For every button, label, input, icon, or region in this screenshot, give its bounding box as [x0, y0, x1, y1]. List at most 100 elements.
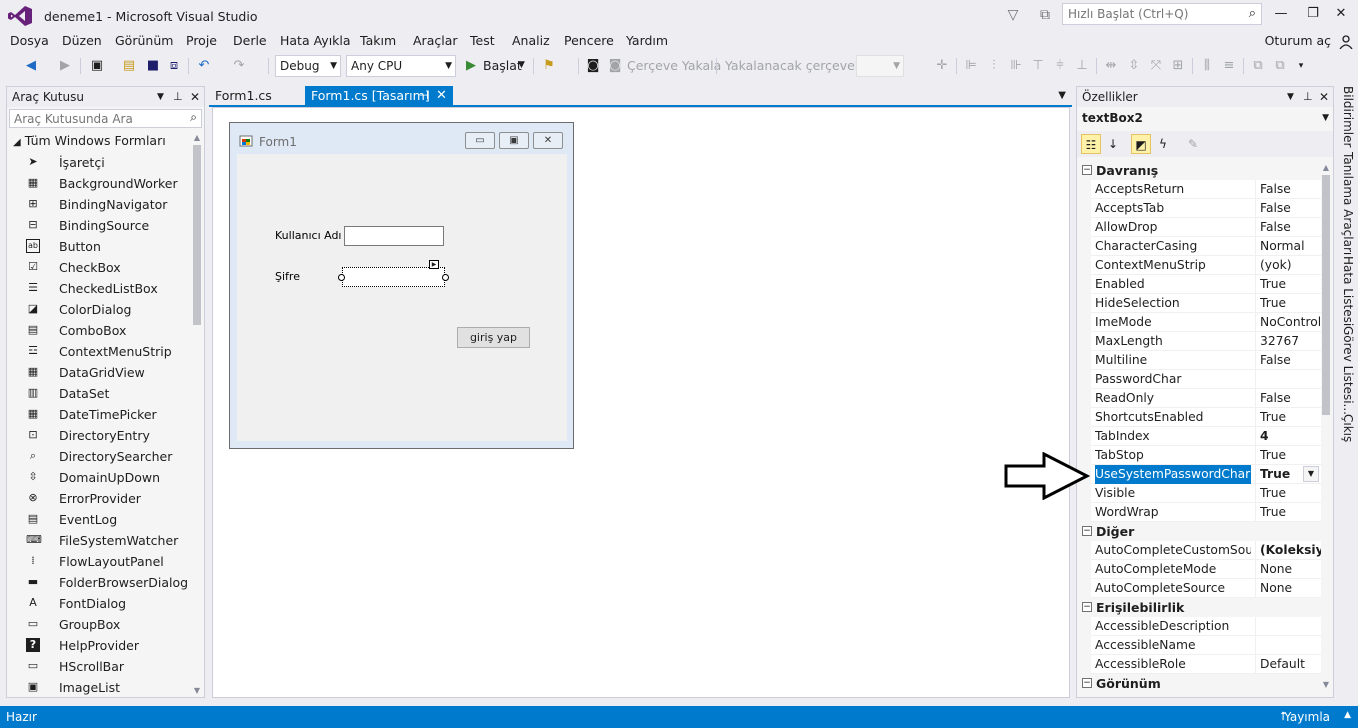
tab-list-dropdown-icon[interactable]: ▼ — [1058, 86, 1066, 106]
toolbox-item[interactable]: ⊗ ErrorProvider — [7, 488, 192, 509]
minimize-button[interactable]: — — [1266, 4, 1296, 24]
toolbox-item[interactable]: ⁞ FlowLayoutPanel — [7, 551, 192, 572]
property-value[interactable]: False — [1255, 389, 1321, 408]
property-category[interactable]: − Görünüm — [1077, 674, 1321, 689]
property-value[interactable] — [1255, 636, 1321, 655]
toolbox-search-box[interactable]: ⌕ — [9, 109, 202, 128]
pin-icon[interactable]: ⊥ — [173, 87, 183, 107]
scroll-down-icon[interactable]: ▼ — [192, 686, 202, 695]
property-row[interactable]: ShortcutsEnabled True — [1091, 408, 1321, 427]
menu-duzen[interactable]: Düzen — [62, 33, 102, 48]
toolbox-item[interactable]: ◪ ColorDialog — [7, 299, 192, 320]
toolbox-item[interactable]: ▥ DataSet — [7, 383, 192, 404]
toolbox-item[interactable]: ☑ CheckBox — [7, 257, 192, 278]
properties-view-icon[interactable]: ◩ — [1131, 134, 1151, 154]
property-row[interactable]: Multiline False — [1091, 351, 1321, 370]
collapse-icon[interactable]: − — [1082, 526, 1092, 536]
rail-tab-task-list[interactable]: Görev Listesi... — [1341, 326, 1355, 415]
toolbox-item[interactable]: ⌨ FileSystemWatcher — [7, 530, 192, 551]
publish-button[interactable]: Yayımla — [1284, 710, 1330, 724]
property-value[interactable]: True — [1255, 294, 1321, 313]
toolbox-item[interactable]: ⊟ BindingSource — [7, 215, 192, 236]
start-button[interactable]: Başlat — [483, 58, 522, 73]
events-lightning-icon[interactable]: ϟ — [1153, 134, 1173, 154]
scroll-up-icon[interactable]: ▲ — [192, 133, 202, 142]
property-category[interactable]: − Davranış — [1077, 161, 1321, 180]
object-selector[interactable]: textBox2 System.Windows.Forms.TextBox ▼ — [1077, 107, 1333, 147]
menu-analiz[interactable]: Analiz — [512, 33, 550, 48]
restore-button[interactable]: ❐ — [1298, 4, 1328, 24]
property-row[interactable]: AllowDrop False — [1091, 218, 1321, 237]
property-row[interactable]: AutoCompleteCustomSource (Koleksiyon) — [1091, 541, 1321, 560]
property-row[interactable]: ReadOnly False — [1091, 389, 1321, 408]
configuration-select[interactable]: Debug ▼ — [275, 55, 341, 77]
search-icon[interactable]: ⌕ — [190, 110, 197, 125]
property-row[interactable]: AccessibleRole Default — [1091, 655, 1321, 674]
tab-form1-cs[interactable]: Form1.cs — [209, 86, 299, 106]
property-value[interactable] — [1255, 617, 1321, 636]
menu-derle[interactable]: Derle — [233, 33, 267, 48]
property-row[interactable]: AutoCompleteSource None — [1091, 579, 1321, 598]
property-row[interactable]: PasswordChar — [1091, 370, 1321, 389]
toolbox-item[interactable]: ▤ ComboBox — [7, 320, 192, 341]
save-all-icon[interactable]: ⧈ — [165, 57, 183, 75]
property-value[interactable]: False — [1255, 218, 1321, 237]
property-value[interactable]: (Koleksiyon) — [1255, 541, 1321, 560]
property-value[interactable]: True — [1255, 275, 1321, 294]
chevron-up-icon[interactable]: ▲ — [1344, 710, 1351, 720]
collapse-icon[interactable]: − — [1082, 165, 1092, 175]
property-row[interactable]: TabIndex 4 — [1091, 427, 1321, 446]
property-value[interactable]: True — [1255, 503, 1321, 522]
property-value[interactable]: NoControl — [1255, 313, 1321, 332]
camera-icon[interactable]: ◙ — [584, 57, 602, 75]
quick-launch-box[interactable]: ⌕ — [1062, 3, 1262, 25]
search-icon[interactable]: ⌕ — [1249, 6, 1256, 21]
bring-to-front-icon[interactable]: ⧉ — [1249, 57, 1267, 75]
property-value[interactable]: False — [1255, 351, 1321, 370]
window-position-icon[interactable]: ▼ — [157, 87, 164, 107]
toolbox-item[interactable]: A FontDialog — [7, 593, 192, 614]
property-row[interactable]: AccessibleDescription — [1091, 617, 1321, 636]
rail-tab-error-list[interactable]: Hata Listesi — [1341, 256, 1355, 326]
toolbox-item[interactable]: ? HelpProvider — [7, 635, 192, 656]
open-file-icon[interactable]: ▤ — [120, 57, 138, 75]
close-icon[interactable]: ✕ — [1319, 87, 1329, 107]
property-value[interactable]: None — [1255, 560, 1321, 579]
toolbox-group-header[interactable]: ◢ Tüm Windows Formları — [13, 133, 166, 148]
property-value[interactable]: True — [1255, 408, 1321, 427]
collapse-icon[interactable]: − — [1082, 678, 1092, 688]
menu-test[interactable]: Test — [470, 33, 495, 48]
close-icon[interactable]: ✕ — [190, 87, 200, 107]
chevron-down-icon[interactable]: ▼ — [1303, 466, 1319, 482]
align-tops-icon[interactable]: ⊤ — [1029, 57, 1047, 75]
attach-icon[interactable]: ⚑ — [540, 57, 558, 75]
send-to-back-icon[interactable]: ⧉ — [1271, 57, 1289, 75]
toolbox-item[interactable]: ▣ ImageList — [7, 677, 192, 696]
scroll-thumb[interactable] — [193, 145, 201, 325]
property-row[interactable]: AcceptsTab False — [1091, 199, 1321, 218]
align-rights-icon[interactable]: ⊪ — [1007, 57, 1025, 75]
menu-pencere[interactable]: Pencere — [564, 33, 614, 48]
property-row[interactable]: AccessibleName — [1091, 636, 1321, 655]
property-pages-icon[interactable]: ✎ — [1183, 134, 1203, 154]
property-row[interactable]: WordWrap True — [1091, 503, 1321, 522]
toolbox-search-input[interactable] — [10, 110, 175, 127]
form1-window[interactable]: Form1 ▭ ▣ ✕ Kullanıcı Adı Şifre ▶ giriş … — [229, 122, 574, 449]
make-same-size-icon[interactable]: ⤧ — [1147, 57, 1165, 75]
property-row[interactable]: AcceptsReturn False — [1091, 180, 1321, 199]
toolbox-item[interactable]: ▦ DataGridView — [7, 362, 192, 383]
properties-scrollbar[interactable]: ▲ ▼ — [1321, 163, 1331, 689]
property-row[interactable]: CharacterCasing Normal — [1091, 237, 1321, 256]
categorized-icon[interactable]: ☷ — [1081, 134, 1101, 154]
form-client-area[interactable]: Kullanıcı Adı Şifre ▶ giriş yap — [237, 154, 567, 441]
collapse-icon[interactable]: − — [1082, 602, 1092, 612]
toolbox-item[interactable]: ⊞ BindingNavigator — [7, 194, 192, 215]
property-row[interactable]: Enabled True — [1091, 275, 1321, 294]
property-value[interactable]: Normal — [1255, 237, 1321, 256]
horizontal-spacing-icon[interactable]: ⫼ — [1198, 57, 1216, 75]
form-minimize-button[interactable]: ▭ — [465, 132, 495, 149]
capture-frame-icon[interactable]: ◙ — [606, 57, 624, 75]
pin-icon[interactable]: ⊥ — [1303, 87, 1313, 107]
save-icon[interactable]: ■ — [144, 57, 162, 75]
property-row[interactable]: ContextMenuStrip (yok) — [1091, 256, 1321, 275]
